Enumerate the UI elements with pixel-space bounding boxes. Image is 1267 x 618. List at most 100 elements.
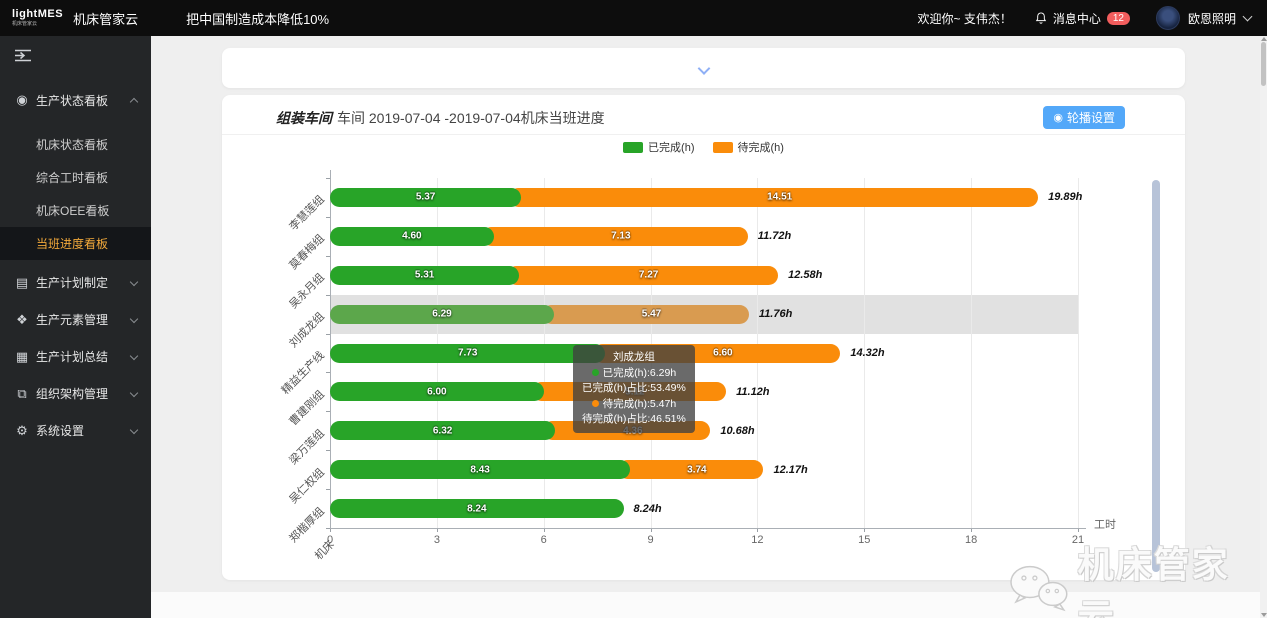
axis-tick (326, 411, 330, 412)
bar-value-completed: 6.32 (433, 425, 452, 436)
scroll-down-arrow-icon[interactable] (1261, 613, 1267, 617)
window-scrollbar-thumb[interactable] (1261, 42, 1266, 86)
total-label: 12.58h (788, 269, 822, 281)
tooltip-title: 刘成龙组 (582, 350, 686, 366)
bar-value-pending: 3.74 (687, 464, 706, 475)
filter-panel-collapsed (222, 48, 1185, 88)
y-axis-name: 机床 (311, 536, 338, 563)
company-name[interactable]: 欧恩照明 (1188, 10, 1236, 27)
sidebar-item-plan-summary[interactable]: ▦ 生产计划总结 (0, 338, 151, 375)
avatar[interactable] (1156, 6, 1180, 30)
scroll-up-arrow-icon[interactable] (1261, 37, 1267, 41)
sidebar-item-oee[interactable]: 机床OEE看板 (0, 194, 151, 227)
axis-tick (326, 528, 330, 529)
tooltip-line: 已完成(h):6.29h (582, 366, 686, 382)
sidebar-item-machine-status[interactable]: 机床状态看板 (0, 128, 151, 161)
chevron-down-icon (130, 425, 138, 433)
bar-value-completed: 7.73 (458, 348, 477, 359)
sidebar-item-plan-making[interactable]: ▤ 生产计划制定 (0, 264, 151, 301)
org-chart-icon: ⧉ (13, 386, 31, 402)
sidebar-item-label: 生产计划总结 (36, 348, 108, 365)
bar-value-completed: 8.43 (470, 464, 489, 475)
y-category-label: 吴仁权组 (285, 464, 327, 506)
bar-value-pending: 7.13 (611, 231, 630, 242)
total-label: 10.68h (720, 425, 754, 437)
x-tick-label: 9 (648, 534, 654, 546)
sidebar-item-shift-progress[interactable]: 当班进度看板 (0, 227, 151, 260)
chevron-down-icon (130, 277, 138, 285)
tooltip-line: 待完成(h)占比:46.51% (582, 412, 686, 428)
x-tick-label: 12 (751, 534, 763, 546)
pending-dot-icon (592, 400, 599, 407)
product-name: 机床管家云 (73, 9, 138, 28)
bar-value-completed: 4.60 (402, 231, 421, 242)
sidebar-item-system-settings[interactable]: ⚙ 系统设置 (0, 412, 151, 449)
chevron-down-icon[interactable] (1243, 12, 1253, 22)
bell-icon[interactable] (1034, 10, 1048, 26)
tooltip-line: 待完成(h):5.47h (582, 397, 686, 413)
bar-value-completed: 6.29 (432, 309, 451, 320)
collapse-icon (13, 48, 33, 63)
x-tick-label: 3 (434, 534, 440, 546)
x-tick-label: 18 (965, 534, 977, 546)
total-label: 11.76h (759, 308, 792, 320)
y-category-label: 李慧莲组 (285, 192, 327, 234)
y-category-label: 刘成龙组 (285, 308, 327, 350)
chart-plot: 036912151821李慧莲组5.3714.5119.89h莫春梅组4.607… (222, 95, 1185, 580)
gridline (1078, 178, 1079, 528)
watermark: 机床管家云 (1008, 536, 1267, 618)
total-label: 14.32h (850, 347, 884, 359)
total-label: 8.24h (634, 503, 662, 515)
axis-tick (326, 256, 330, 257)
sidebar-item-element-mgmt[interactable]: ❖ 生产元素管理 (0, 301, 151, 338)
message-center-link[interactable]: 消息中心 (1053, 10, 1101, 27)
message-count-badge: 12 (1107, 12, 1130, 25)
axis-tick (326, 372, 330, 373)
axis-tick (326, 489, 330, 490)
chevron-up-icon (130, 97, 138, 105)
watermark-text: 机床管家云 (1078, 536, 1267, 618)
bar-value-pending: 7.27 (639, 270, 658, 281)
y-category-label: 郑楷厚组 (285, 503, 327, 545)
app-window: lightMES 机床管家云 机床管家云 把中国制造成本降低10% 欢迎你~ 支… (0, 0, 1267, 618)
bar-value-completed: 6.00 (427, 386, 446, 397)
bar-value-pending: 5.47 (642, 309, 661, 320)
axis-tick (326, 334, 330, 335)
x-tick-label: 15 (858, 534, 870, 546)
bar-value-pending: 6.60 (713, 348, 732, 359)
sidebar-item-label: 生产状态看板 (36, 92, 108, 109)
expand-panel-chevron-icon[interactable] (697, 62, 710, 75)
x-tick-label: 6 (541, 534, 547, 546)
y-category-label: 莫春梅组 (285, 231, 327, 273)
tooltip-line: 已完成(h)占比:53.49% (582, 381, 686, 397)
chevron-down-icon (130, 314, 138, 322)
sidebar-item-production-status[interactable]: ◉ 生产状态看板 (0, 78, 151, 122)
bar-value-completed: 5.37 (416, 192, 435, 203)
gauge-icon: ◉ (13, 92, 31, 108)
total-label: 11.72h (758, 230, 791, 242)
sidebar-item-label: 系统设置 (36, 422, 84, 439)
logo-text: lightMES (12, 9, 63, 20)
gear-icon: ⚙ (13, 423, 31, 439)
sidebar: ◉ 生产状态看板 机床状态看板 综合工时看板 机床OEE看板 当班进度看板 ▤ … (0, 36, 151, 618)
calculator-icon: ▦ (13, 349, 31, 365)
topbar: lightMES 机床管家云 机床管家云 把中国制造成本降低10% 欢迎你~ 支… (0, 0, 1267, 36)
document-icon: ▤ (13, 275, 31, 291)
wechat-icon (1008, 563, 1070, 613)
sidebar-item-org-structure[interactable]: ⧉ 组织架构管理 (0, 375, 151, 412)
axis-tick (326, 178, 330, 179)
chart-card: 组装车间车间 2019-07-04 -2019-07-04机床当班进度 ◉ 轮播… (222, 95, 1185, 580)
total-label: 12.17h (774, 464, 808, 476)
x-axis-name: 工时 (1094, 516, 1116, 532)
window-scrollbar[interactable] (1260, 36, 1267, 618)
chart-tooltip: 刘成龙组已完成(h):6.29h已完成(h)占比:53.49%待完成(h):5.… (573, 345, 695, 433)
slogan-text: 把中国制造成本降低10% (186, 9, 329, 28)
y-category-label: 梁万莲组 (285, 425, 327, 467)
sidebar-collapse-button[interactable] (0, 36, 151, 78)
content-scrollbar-thumb[interactable] (1152, 180, 1160, 572)
gridline (971, 178, 972, 528)
sidebar-item-work-hours[interactable]: 综合工时看板 (0, 161, 151, 194)
bar-value-completed: 8.24 (467, 503, 486, 514)
bar-value-pending: 14.51 (767, 192, 792, 203)
x-axis-line (330, 528, 1086, 529)
